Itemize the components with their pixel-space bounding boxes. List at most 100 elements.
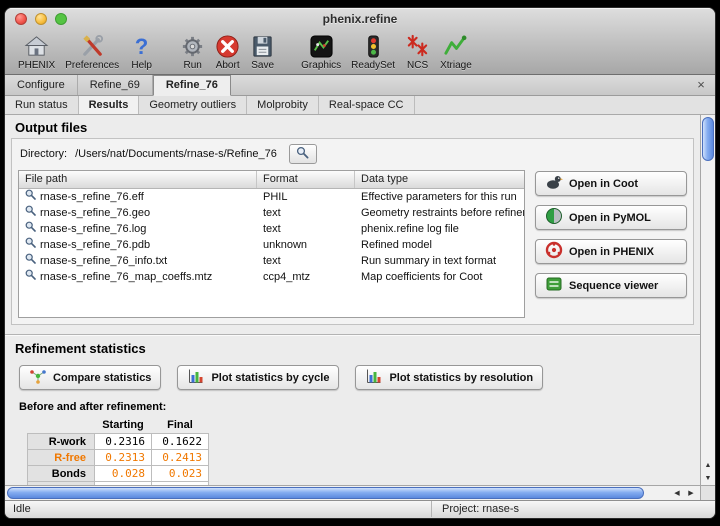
directory-label: Directory: [20, 148, 67, 160]
xtriage-icon [443, 33, 468, 59]
output-files-area: File path Format Data type rnase-s_refin… [18, 170, 687, 318]
button-label: Plot statistics by resolution [389, 372, 533, 384]
toolbar-button-graphics[interactable]: Graphics [296, 33, 346, 71]
toolbar-button-readyset[interactable]: ReadySet [346, 33, 400, 71]
sequence-viewer-icon [545, 275, 563, 296]
svg-text:?: ? [135, 34, 149, 59]
table-header-row: File path Format Data type [19, 171, 524, 189]
stat-label: Bonds [28, 466, 95, 482]
toolbar-label: Save [251, 60, 274, 71]
scroll-left-arrow-icon[interactable]: ◀ [670, 486, 684, 500]
compare-statistics-button[interactable]: Compare statistics [19, 365, 161, 390]
table-row[interactable]: rnase-s_refine_76_map_coeffs.mtz ccp4_mt… [19, 269, 524, 285]
section-divider [5, 334, 700, 336]
toolbar-button-abort[interactable]: Abort [210, 33, 245, 71]
horizontal-scrollbar-thumb[interactable] [7, 487, 644, 499]
toolbar-button-xtriage[interactable]: Xtriage [435, 33, 477, 71]
status-bar: Idle Project: rnase-s [5, 500, 715, 518]
tab-real-space-cc[interactable]: Real-space CC [319, 96, 415, 114]
results-scroll-area: Output files Directory: /Users/nat/Docum… [5, 115, 700, 485]
button-label: Compare statistics [53, 372, 151, 384]
toolbar-button-preferences[interactable]: Preferences [60, 33, 124, 71]
tab-refine-76[interactable]: Refine_76 [153, 75, 231, 96]
toolbar-label: Xtriage [440, 60, 472, 71]
run-gear-icon [180, 33, 205, 59]
file-name: rnase-s_refine_76_info.txt [40, 253, 167, 269]
coot-bird-icon [545, 173, 563, 194]
toolbar-label: Abort [216, 60, 240, 71]
magnifier-icon [25, 221, 36, 237]
window-chrome: phenix.refine PHENIX [5, 8, 715, 75]
magnifier-icon [25, 205, 36, 221]
directory-path: /Users/nat/Documents/rnase-s/Refine_76 [75, 148, 277, 160]
table-row[interactable]: rnase-s_refine_76.geo text Geometry rest… [19, 205, 524, 221]
preferences-tools-icon [80, 33, 105, 59]
status-text: Idle [13, 501, 31, 517]
horizontal-scrollbar-arrows: ◀ ▶ [670, 486, 698, 500]
tab-configure[interactable]: Configure [5, 75, 78, 95]
stat-final-value: 0.1622 [152, 434, 209, 450]
file-name: rnase-s_refine_76.geo [40, 205, 150, 221]
toolbar-button-phenix[interactable]: PHENIX [13, 33, 60, 71]
tab-close-icon[interactable]: × [693, 77, 709, 92]
toolbar-button-save[interactable]: Save [245, 33, 280, 71]
column-header-data-type[interactable]: Data type [355, 171, 524, 188]
button-label: Open in PHENIX [569, 246, 654, 258]
tab-refine-69[interactable]: Refine_69 [78, 75, 153, 95]
toolbar-label: Run [183, 60, 201, 71]
column-header-file-path[interactable]: File path [19, 171, 257, 188]
toolbar-label: Help [131, 60, 152, 71]
sequence-viewer-button[interactable]: Sequence viewer [535, 273, 687, 298]
viewer-buttons-column: Open in Coot Open in PyMOL [535, 170, 687, 298]
bar-chart-icon [365, 367, 383, 388]
table-row[interactable]: rnase-s_refine_76.pdb unknown Refined mo… [19, 237, 524, 253]
scroll-right-arrow-icon[interactable]: ▶ [684, 486, 698, 500]
plot-statistics-by-resolution-button[interactable]: Plot statistics by resolution [355, 365, 543, 390]
compare-statistics-icon [29, 367, 47, 388]
file-name: rnase-s_refine_76_map_coeffs.mtz [40, 269, 212, 285]
scrollbar-corner [700, 485, 715, 500]
toolbar-button-help[interactable]: ? Help [124, 33, 159, 71]
horizontal-scrollbar[interactable]: ◀ ▶ [5, 485, 700, 500]
table-row[interactable]: rnase-s_refine_76.eff PHIL Effective par… [19, 189, 524, 205]
stat-starting-value: 0.2316 [95, 434, 152, 450]
titlebar[interactable]: phenix.refine [5, 8, 715, 30]
vertical-scrollbar-thumb[interactable] [702, 117, 714, 161]
table-row[interactable]: rnase-s_refine_76_info.txt text Run summ… [19, 253, 524, 269]
scroll-up-arrow-icon[interactable]: ▲ [701, 459, 715, 472]
abort-icon [215, 33, 240, 59]
file-format: ccp4_mtz [257, 269, 355, 285]
graphics-icon [309, 33, 334, 59]
save-icon [250, 33, 275, 59]
column-header-format[interactable]: Format [257, 171, 355, 188]
toolbar-label: Graphics [301, 60, 341, 71]
tab-molprobity[interactable]: Molprobity [247, 96, 319, 114]
stats-header-row: Starting Final [28, 418, 209, 434]
toolbar-label: ReadySet [351, 60, 395, 71]
open-in-coot-button[interactable]: Open in Coot [535, 171, 687, 196]
main-tab-bar: Configure Refine_69 Refine_76 × [5, 75, 715, 96]
phenix-home-icon [24, 33, 49, 59]
directory-search-button[interactable] [289, 144, 317, 164]
plot-statistics-by-cycle-button[interactable]: Plot statistics by cycle [177, 365, 339, 390]
file-data-type: Run summary in text format [355, 253, 524, 269]
open-in-pymol-button[interactable]: Open in PyMOL [535, 205, 687, 230]
toolbar-label: Preferences [65, 60, 119, 71]
magnifier-icon [25, 253, 36, 269]
magnifier-icon [25, 269, 36, 285]
button-label: Sequence viewer [569, 280, 658, 292]
before-after-subheading: Before and after refinement: [19, 401, 700, 413]
toolbar-button-run[interactable]: Run [175, 33, 210, 71]
toolbar-button-ncs[interactable]: NCS [400, 33, 435, 71]
toolbar-label: NCS [407, 60, 428, 71]
scroll-down-arrow-icon[interactable]: ▼ [701, 472, 715, 485]
tab-run-status[interactable]: Run status [5, 96, 79, 114]
tab-results[interactable]: Results [79, 96, 140, 114]
stats-empty-header [28, 418, 95, 434]
tab-geometry-outliers[interactable]: Geometry outliers [139, 96, 247, 114]
file-name: rnase-s_refine_76.eff [40, 189, 144, 205]
open-in-phenix-button[interactable]: Open in PHENIX [535, 239, 687, 264]
button-label: Open in Coot [569, 178, 638, 190]
vertical-scrollbar[interactable]: ▲ ▼ [700, 115, 715, 485]
table-row[interactable]: rnase-s_refine_76.log text phenix.refine… [19, 221, 524, 237]
